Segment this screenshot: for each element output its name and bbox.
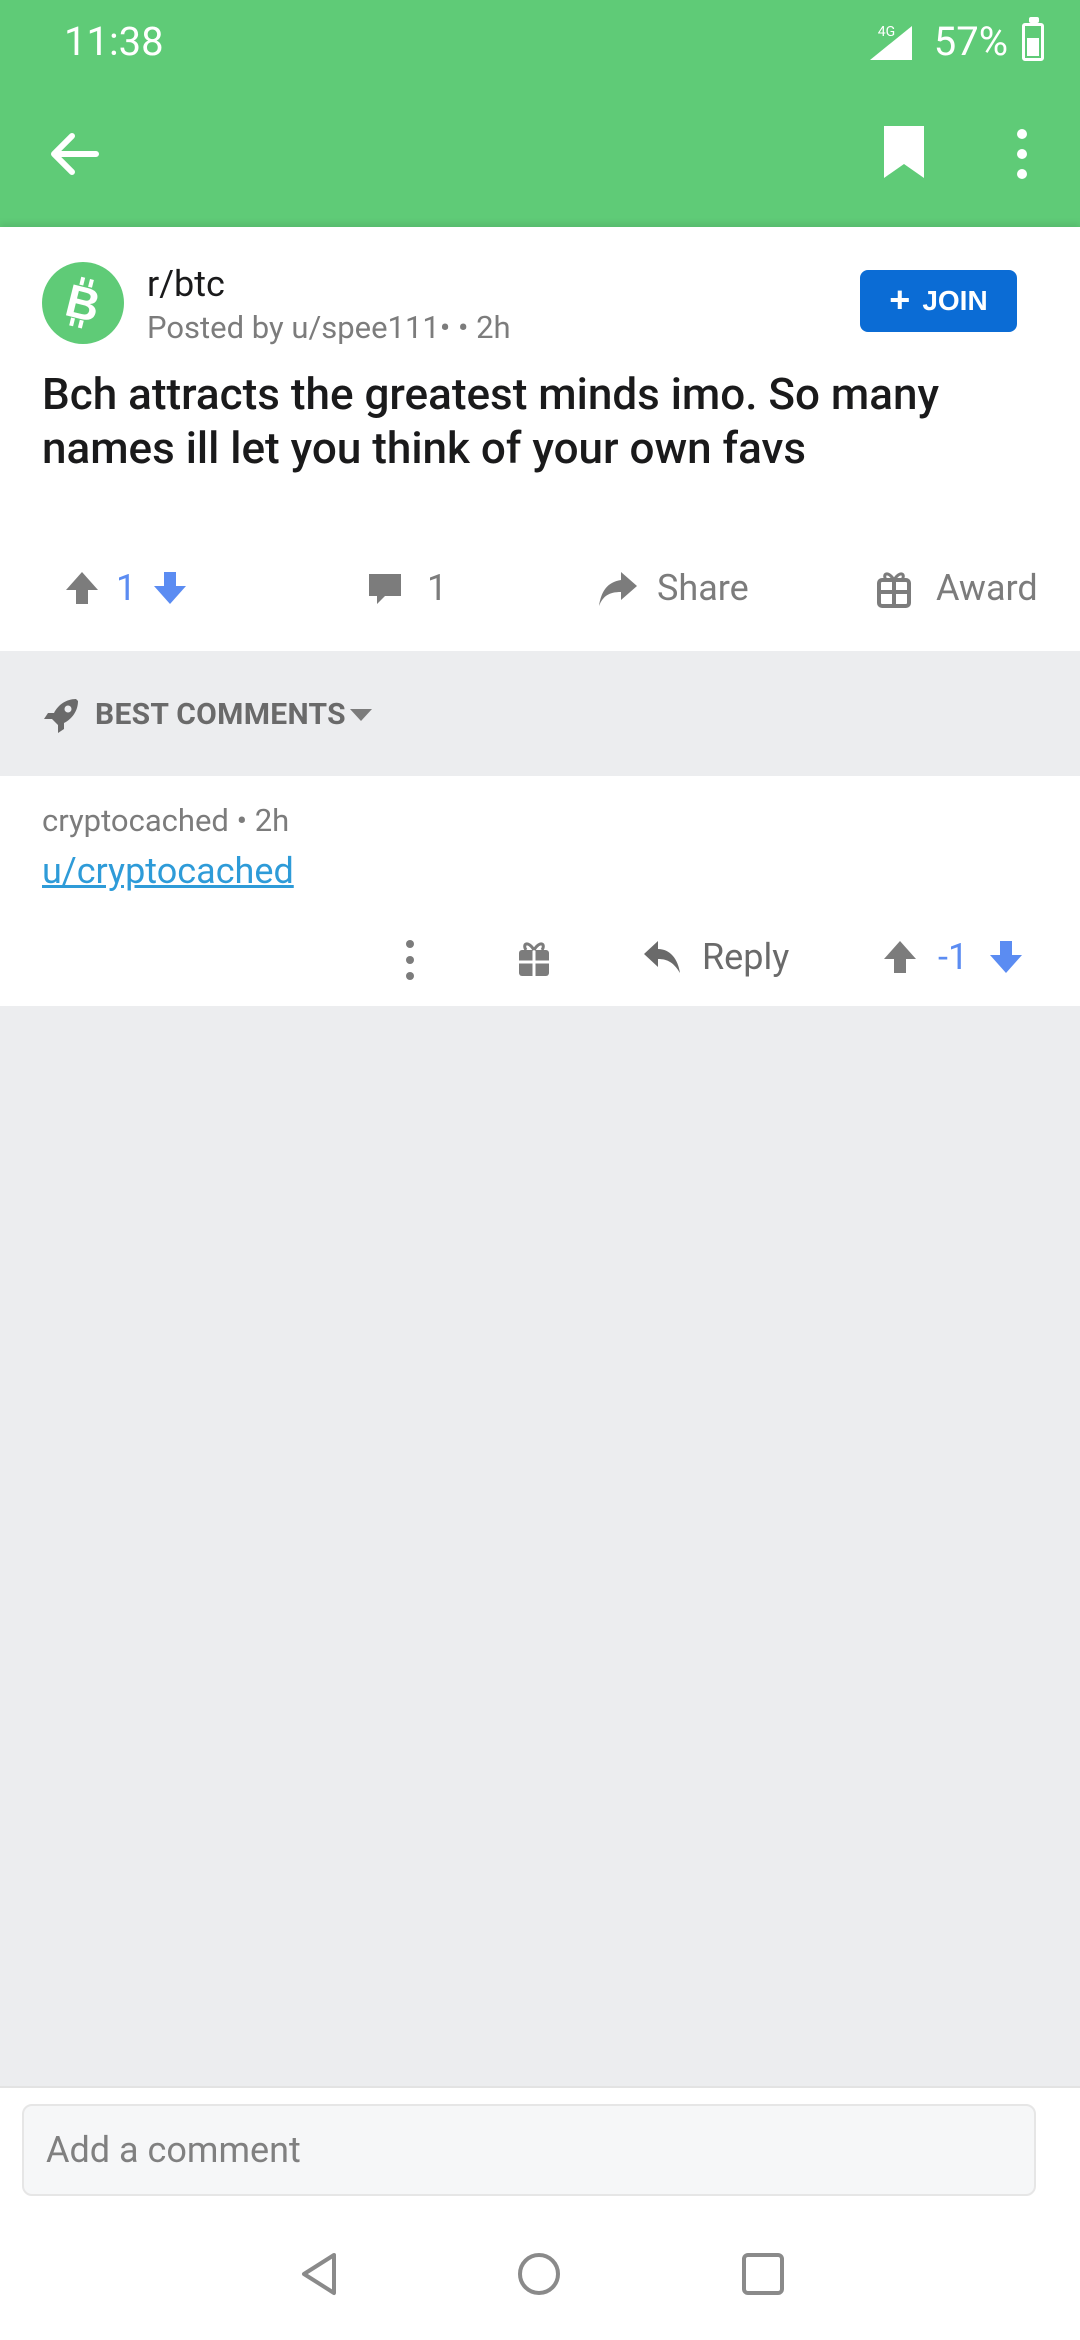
comment-vote: -1 [880, 936, 1026, 978]
rocket-icon [44, 699, 78, 733]
award-label: Award [936, 567, 1038, 609]
system-nav-bar [0, 2206, 1080, 2340]
comment-composer [0, 2086, 1080, 2208]
chevron-down-icon [350, 709, 372, 721]
plus-icon: + [889, 279, 911, 320]
battery-percent: 57% [933, 18, 1008, 65]
comment-more-button[interactable] [400, 936, 420, 984]
comment-item: cryptocached • 2h u/cryptocached Reply -… [0, 776, 1080, 1006]
save-button[interactable] [880, 124, 936, 184]
downvote-icon[interactable] [986, 937, 1026, 977]
post-card: B r/btc Posted by u/spee111• • 2h + JOIN… [0, 227, 1080, 651]
share-button[interactable]: Share [595, 567, 749, 609]
post-vote-count: 1 [116, 567, 137, 609]
comment-vote-count: -1 [938, 936, 969, 978]
sort-label: BEST COMMENTS [95, 697, 346, 732]
top-bar: 11:38 4G 57% [0, 0, 1080, 227]
reply-label: Reply [702, 936, 790, 978]
nav-back-icon[interactable] [296, 2251, 342, 2297]
comment-actions: Reply -1 [0, 926, 1080, 996]
comment-body-link[interactable]: u/cryptocached [42, 850, 294, 892]
comment-icon [369, 574, 401, 604]
comment-award-button[interactable] [516, 938, 556, 982]
reply-icon [644, 941, 680, 973]
status-indicators: 4G 57% [860, 16, 1044, 65]
gift-icon [519, 942, 549, 976]
gift-icon [877, 572, 911, 608]
post-meta[interactable]: Posted by u/spee111• • 2h [147, 309, 511, 346]
share-label: Share [657, 567, 749, 609]
comment-input[interactable] [22, 2104, 1036, 2196]
more-vertical-icon [406, 940, 414, 980]
bitcoin-icon: B [61, 274, 106, 332]
comment-count: 1 [427, 567, 448, 609]
battery-icon [1022, 16, 1044, 61]
nav-recents-icon[interactable] [740, 2251, 786, 2297]
share-icon [599, 572, 637, 606]
upvote-icon[interactable] [62, 568, 102, 608]
comment-sort-bar[interactable]: BEST COMMENTS [0, 651, 1080, 776]
subreddit-avatar[interactable]: B [42, 262, 124, 344]
bookmark-icon [884, 126, 924, 178]
comments-button[interactable]: 1 [365, 567, 447, 609]
network-label: 4G [877, 23, 896, 40]
signal-icon: 4G [860, 20, 920, 64]
status-time: 11:38 [64, 18, 164, 65]
award-button[interactable]: Award [876, 567, 1038, 609]
upvote-icon[interactable] [880, 937, 920, 977]
more-vertical-icon [1017, 129, 1027, 179]
join-button[interactable]: + JOIN [860, 270, 1017, 332]
join-label: JOIN [922, 285, 988, 316]
more-options-button[interactable] [1010, 126, 1034, 182]
arrow-left-icon [51, 133, 99, 175]
post-title: Bch attracts the greatest minds imo. So … [42, 368, 939, 474]
post-actions: 1 1 Share Award [0, 557, 1080, 627]
reply-button[interactable]: Reply [642, 936, 789, 978]
post-vote: 1 [62, 567, 190, 609]
subreddit-name[interactable]: r/btc [147, 263, 225, 305]
back-button[interactable] [46, 126, 102, 182]
nav-home-icon[interactable] [516, 2251, 562, 2297]
comment-meta[interactable]: cryptocached • 2h [42, 802, 289, 839]
downvote-icon[interactable] [150, 568, 190, 608]
